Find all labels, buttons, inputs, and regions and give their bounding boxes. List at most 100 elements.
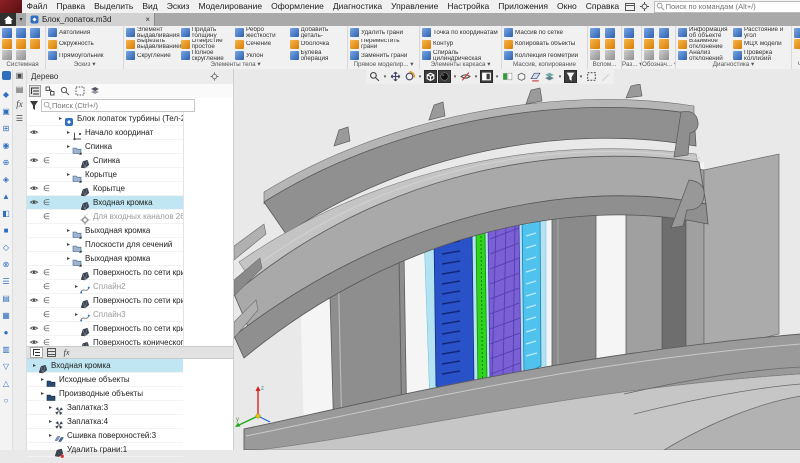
ribbon-button[interactable]: Элемент выдавливания	[126, 27, 181, 39]
properties-panel-icon[interactable]	[2, 71, 11, 80]
ribbon-group-label[interactable]: Вспом...	[588, 61, 621, 69]
menu-item[interactable]: Оформление	[267, 0, 329, 13]
ribbon-button[interactable]: Автолиния	[48, 27, 121, 39]
visibility-eye-icon[interactable]	[27, 324, 40, 333]
designation-5-icon[interactable]	[659, 39, 669, 49]
expand-arrow-icon[interactable]: ▸	[73, 283, 80, 290]
expand-arrow-icon[interactable]: ▸	[57, 115, 64, 122]
visibility-eye-icon[interactable]	[27, 184, 40, 193]
chevron-down-icon[interactable]: ▾	[409, 61, 414, 68]
tree-item[interactable]: ▸Выходная кромка	[27, 252, 183, 266]
subtree-tab-fx[interactable]: fx	[60, 347, 73, 358]
ghost-visibility-icon[interactable]	[459, 70, 472, 83]
dimension-linear-icon[interactable]	[624, 28, 634, 38]
aux-point-icon[interactable]	[605, 28, 615, 38]
print-icon[interactable]	[16, 28, 26, 38]
chevron-down-icon[interactable]: ▾	[494, 74, 500, 80]
grid-panel-icon[interactable]: ●	[4, 324, 9, 341]
chevron-down-icon[interactable]: ▾	[473, 74, 479, 80]
expand-arrow-icon[interactable]: ▸	[65, 255, 72, 262]
ribbon-button[interactable]: Полное скругление	[181, 50, 236, 62]
ribbon-button[interactable]: Отверстие простое	[181, 39, 236, 51]
ribbon-button[interactable]: Спираль цилиндрическая	[422, 50, 499, 62]
visibility-eye-icon[interactable]	[27, 156, 40, 165]
world-panel-icon[interactable]: ◈	[3, 171, 9, 188]
tree-filter-objects-icon[interactable]	[74, 85, 86, 97]
ribbon-group-label[interactable]: Ч.	[792, 61, 800, 69]
belongs-to-icon[interactable]: ∈	[40, 282, 53, 291]
orbit-rotate-icon[interactable]	[403, 70, 416, 83]
save-as-icon[interactable]	[16, 50, 26, 60]
undo-icon[interactable]	[30, 28, 40, 38]
tree-item[interactable]: ▸Блок лопаток турбины (Тел-2)	[27, 112, 183, 126]
menu-item[interactable]: Приложения	[494, 0, 553, 13]
expand-arrow-icon[interactable]: ▸	[65, 143, 72, 150]
structure-panel-icon[interactable]: ◉	[3, 137, 10, 154]
tree-item[interactable]: ▸Плоскости для сечений	[27, 238, 183, 252]
ribbon-button[interactable]: Удалить грани	[350, 27, 417, 39]
tab-close-icon[interactable]: ×	[145, 15, 150, 24]
designation-2-icon[interactable]	[644, 39, 654, 49]
expand-arrow-icon[interactable]: ▸	[47, 404, 54, 411]
expand-arrow-icon[interactable]: ▸	[39, 390, 46, 397]
ribbon-group-label[interactable]: Системная	[0, 61, 45, 69]
home-button[interactable]	[0, 13, 16, 26]
ribbon-button[interactable]: Скругление	[126, 50, 181, 62]
text-label-icon[interactable]	[659, 50, 669, 60]
tree-item[interactable]: ▸Сшивка поверхностей:3	[27, 429, 183, 443]
tree-item[interactable]: ▸Корытце	[27, 168, 183, 182]
subtree-tab-list[interactable]	[45, 347, 58, 358]
preview-panel-icon[interactable]: ▣	[2, 103, 10, 120]
designation-1-icon[interactable]	[644, 28, 654, 38]
chevron-down-icon[interactable]: ▾	[749, 61, 754, 68]
pan-hand-icon[interactable]	[389, 70, 402, 83]
tree-item[interactable]: ▸Выходная кромка	[27, 224, 183, 238]
expand-arrow-icon[interactable]: ▸	[65, 171, 72, 178]
ribbon-group-label[interactable]: Обознач... ▾	[642, 61, 675, 69]
ribbon-button[interactable]: Массив по сетке	[504, 27, 585, 39]
tree-item[interactable]: ∈Поверхность по сети кривых13	[27, 322, 183, 336]
check-2-icon[interactable]	[794, 39, 800, 49]
filter-funnel-icon[interactable]	[564, 70, 577, 83]
zoom-search-icon[interactable]	[368, 70, 381, 83]
belongs-to-icon[interactable]: ∈	[40, 184, 53, 193]
ribbon-button[interactable]: Информация об объекте	[678, 27, 733, 39]
chevron-down-icon[interactable]: ▾	[90, 61, 95, 68]
ribbon-button[interactable]: Придать толщину	[181, 27, 236, 39]
checks-panel-icon[interactable]: ▽	[3, 358, 9, 375]
chevron-down-icon[interactable]: ▾	[417, 74, 423, 80]
expand-arrow-icon[interactable]: ▸	[65, 227, 72, 234]
ribbon-group-label[interactable]: Прямое моделир... ▾	[348, 61, 419, 69]
ribbon-button[interactable]: Анализ отклонений	[678, 50, 733, 62]
tree-item[interactable]: ▸Заплатка:4	[27, 415, 183, 429]
orientation-cube-icon[interactable]	[424, 70, 437, 83]
tree-item[interactable]: ▸Заплатка:3	[27, 401, 183, 415]
expand-arrow-icon[interactable]: ▸	[31, 362, 38, 369]
ribbon-button[interactable]: Заменить грани	[350, 50, 417, 62]
chevron-down-icon[interactable]: ▾	[485, 61, 490, 68]
print-preview-icon[interactable]	[16, 39, 26, 49]
ribbon-button[interactable]: Сечение	[235, 39, 290, 51]
menu-item[interactable]: Управление	[387, 0, 443, 13]
belongs-to-icon[interactable]: ∈	[40, 296, 53, 305]
belongs-to-icon[interactable]: ∈	[40, 268, 53, 277]
tree-item[interactable]: ∈▸Сплайн2	[27, 280, 183, 294]
open-document-icon[interactable]	[2, 39, 12, 49]
panel-menu-icon[interactable]: ☰	[16, 114, 23, 123]
expand-arrow-icon[interactable]: ▸	[47, 432, 54, 439]
ribbon-button[interactable]: Добавить деталь-заготов...	[290, 27, 345, 39]
chevron-down-icon[interactable]: ▾	[256, 61, 261, 68]
command-search-input[interactable]	[654, 1, 800, 13]
home-dropdown-caret[interactable]: ▾	[16, 13, 26, 26]
ribbon-button[interactable]: Булева операция	[290, 50, 345, 62]
visibility-eye-icon[interactable]	[27, 268, 40, 277]
chevron-down-icon[interactable]: ▾	[382, 74, 388, 80]
menu-item[interactable]: Правка	[52, 0, 90, 13]
aux-line-icon[interactable]	[590, 28, 600, 38]
layers-icon[interactable]	[543, 70, 556, 83]
new-document-icon[interactable]	[2, 28, 12, 38]
window-layout-icon[interactable]	[624, 2, 636, 12]
ribbon-group-label[interactable]: Массив, копирование	[502, 61, 587, 69]
dimension-radial-icon[interactable]	[624, 50, 634, 60]
belongs-to-icon[interactable]: ∈	[40, 324, 53, 333]
